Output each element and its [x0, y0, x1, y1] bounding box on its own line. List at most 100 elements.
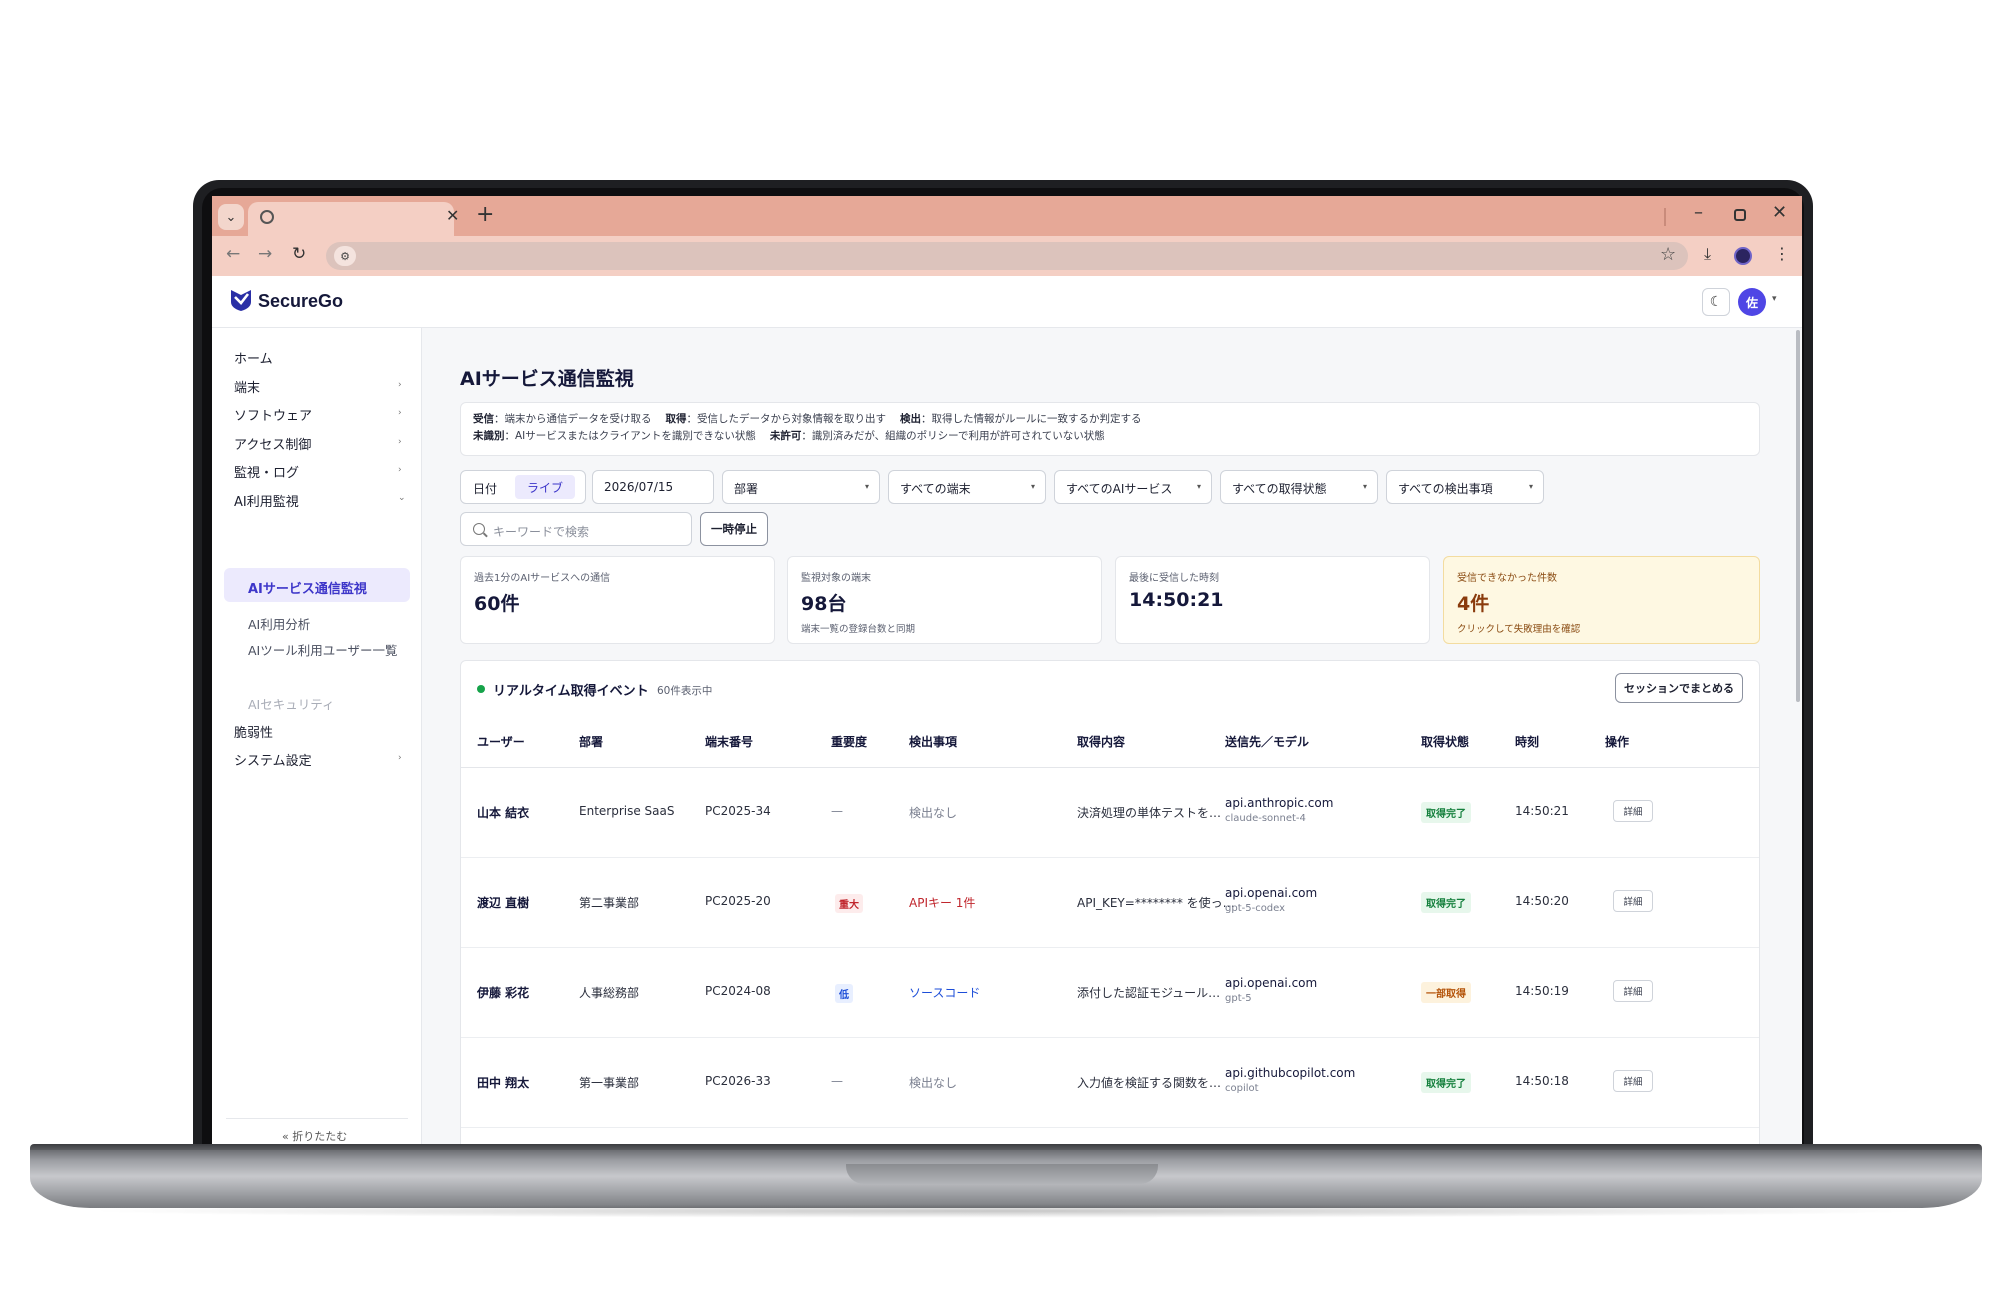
sidebar-item-software[interactable]: ソフトウェア	[234, 405, 312, 424]
sidebar-item-vulnerability[interactable]: 脆弱性	[234, 722, 273, 741]
search-input[interactable]: キーワードで検索	[460, 512, 692, 546]
tab-close-icon[interactable]: ✕	[446, 206, 459, 225]
download-icon[interactable]: ⤓	[1704, 244, 1711, 264]
cell-content: 添付した認証モジュール…	[1077, 986, 1221, 1000]
legend-line-2: 未識別：AIサービスまたはクライアントを識別できない状態 未許可：識別済みだが、組…	[473, 428, 1747, 445]
status-select[interactable]: すべての取得状態 ▾	[1220, 470, 1378, 504]
device-select-value: すべての端末	[900, 482, 971, 496]
user-avatar[interactable]: 佐	[1738, 288, 1766, 316]
app-name: SecureGo	[258, 291, 344, 311]
department-select[interactable]: 部署 ▾	[722, 470, 880, 504]
sidebar-subitem-ai-users[interactable]: AIツール利用ユーザー一覧	[248, 642, 398, 660]
legend-desc-detect: ：取得した情報がルールに一致するか判定する	[921, 413, 1142, 425]
chevron-down-icon: ▾	[1196, 482, 1201, 491]
new-tab-icon[interactable]: +	[476, 202, 494, 227]
destination-host: api.anthropic.com	[1225, 796, 1334, 810]
stat-subtext: 端末一覧の登録台数と同期	[801, 624, 916, 635]
address-bar[interactable]	[326, 242, 1688, 270]
tab-bar: ⌄ ✕ + – ✕	[212, 196, 1802, 236]
chevron-down-icon[interactable]: ▾	[1772, 294, 1777, 304]
column-header[interactable]: 部署	[579, 733, 603, 750]
sidebar-subitem-ai-traffic[interactable]: AIサービス通信監視	[248, 578, 367, 597]
window-close-icon[interactable]: ✕	[1772, 202, 1787, 223]
collapse-sidebar-button[interactable]: « 折りたたむ	[282, 1128, 347, 1144]
laptop-mockup: ⌄ ✕ + – ✕ ← → ↻ ⚙ ☆ ⤓ ⋮ SecureGo ☾ 佐 ▾ ホ…	[0, 0, 2000, 1300]
app-header: SecureGo ☾ 佐 ▾	[212, 276, 1802, 328]
chevron-right-icon: ›	[398, 408, 402, 418]
column-header[interactable]: ユーザー	[477, 733, 525, 750]
ai-service-select-value: すべてのAIサービス	[1066, 482, 1173, 496]
sidebar-subitem-ai-analysis[interactable]: AI利用分析	[248, 614, 310, 633]
ai-service-select[interactable]: すべてのAIサービス ▾	[1054, 470, 1212, 504]
status-badge: 取得完了	[1421, 802, 1471, 823]
cell-content: 決済処理の単体テストを…	[1077, 806, 1222, 820]
legend-desc-unidentified: ：AIサービスまたはクライアントを識別できない状態	[504, 430, 756, 442]
cell-device: PC2024-08	[705, 984, 771, 998]
detail-button[interactable]: 詳細	[1613, 1070, 1653, 1092]
table-row[interactable]: 田中 翔太 第一事業部 PC2026-33 — 検出なし 入力値を検証する関数を…	[461, 1038, 1759, 1128]
table-row[interactable]: 山本 結衣 Enterprise SaaS PC2025-34 — 検出なし 決…	[461, 768, 1759, 858]
browser-toolbar: ← → ↻ ⚙ ☆ ⤓ ⋮	[212, 236, 1802, 276]
page-title: AIサービス通信監視	[460, 368, 634, 390]
sidebar-item-system-settings[interactable]: システム設定	[234, 750, 312, 769]
forward-icon[interactable]: →	[258, 244, 272, 264]
minimize-icon[interactable]: –	[1694, 202, 1703, 223]
pause-button[interactable]: 一時停止	[700, 512, 768, 546]
table-row[interactable]: 伊藤 彩花 人事総務部 PC2024-08 低 ソースコード 添付した認証モジュ…	[461, 948, 1759, 1038]
sidebar-item-access-control[interactable]: アクセス制御	[234, 434, 311, 453]
legend-term-receive: 受信	[473, 413, 494, 425]
column-header[interactable]: 重要度	[831, 733, 867, 750]
tab-search-icon[interactable]: ⌄	[218, 204, 244, 230]
column-header[interactable]: 取得内容	[1077, 733, 1125, 750]
column-header[interactable]: 取得状態	[1421, 733, 1469, 750]
sidebar-item-monitoring-logs[interactable]: 監視・ログ	[234, 462, 299, 481]
stat-card-failed[interactable]: 受信できなかった件数 4件 クリックして失敗理由を確認	[1443, 556, 1760, 644]
sidebar-item-devices[interactable]: 端末	[234, 377, 260, 396]
browser-menu-icon[interactable]: ⋮	[1774, 244, 1790, 263]
cell-detection: ソースコード	[909, 986, 981, 1000]
column-header[interactable]: 操作	[1605, 733, 1629, 750]
cell-device: PC2025-20	[705, 894, 771, 908]
date-mode-option[interactable]: 日付	[473, 480, 497, 497]
back-icon[interactable]: ←	[226, 244, 240, 264]
cell-device: PC2026-33	[705, 1074, 771, 1088]
sidebar-item-ai-monitoring[interactable]: AI利用監視	[234, 491, 299, 510]
column-header[interactable]: 端末番号	[705, 733, 753, 750]
cell-user: 山本 結衣	[477, 806, 530, 820]
dark-mode-toggle[interactable]: ☾	[1702, 288, 1730, 316]
legend-term-detect: 検出	[900, 413, 921, 425]
browser-profile-icon[interactable]	[1734, 247, 1752, 265]
destination-host: api.openai.com	[1225, 976, 1318, 990]
detail-button[interactable]: 詳細	[1613, 980, 1653, 1002]
window-separator	[1664, 208, 1666, 226]
globe-icon	[260, 210, 274, 224]
group-by-session-button[interactable]: セッションでまとめる	[1615, 673, 1743, 703]
laptop-notch	[846, 1164, 1158, 1184]
main-scrollbar[interactable]	[1796, 330, 1800, 702]
sidebar-item-home[interactable]: ホーム	[234, 348, 273, 367]
cell-time: 14:50:19	[1515, 984, 1569, 998]
column-header[interactable]: 検出事項	[909, 733, 957, 750]
reload-icon[interactable]: ↻	[292, 244, 306, 264]
column-header[interactable]: 時刻	[1515, 733, 1539, 750]
live-mode-option[interactable]: ライブ	[515, 475, 575, 499]
restore-icon[interactable]	[1734, 209, 1746, 221]
moon-icon: ☾	[1709, 294, 1723, 310]
table-row[interactable]: 渡辺 直樹 第二事業部 PC2025-20 重大 APIキー 1件 API_KE…	[461, 858, 1759, 948]
cell-destination: api.githubcopilot.com copilot	[1225, 1066, 1355, 1094]
detail-button[interactable]: 詳細	[1613, 800, 1653, 822]
chevron-down-icon: ⌄	[398, 493, 406, 503]
detection-select[interactable]: すべての検出事項 ▾	[1386, 470, 1544, 504]
stat-card-devices: 監視対象の端末 98台 端末一覧の登録台数と同期	[787, 556, 1102, 644]
date-input[interactable]: 2026/07/15	[592, 470, 714, 504]
date-mode-toggle: 日付 ライブ	[460, 470, 586, 504]
cell-user: 伊藤 彩花	[477, 986, 530, 1000]
browser-tab[interactable]	[248, 202, 454, 236]
device-select[interactable]: すべての端末 ▾	[888, 470, 1046, 504]
bookmark-star-icon[interactable]: ☆	[1660, 244, 1676, 265]
site-settings-icon[interactable]: ⚙	[334, 246, 356, 266]
column-header[interactable]: 送信先／モデル	[1225, 733, 1309, 750]
chevron-down-icon: ▾	[1362, 482, 1367, 491]
detail-button[interactable]: 詳細	[1613, 890, 1653, 912]
cell-dept: 第一事業部	[579, 1076, 640, 1090]
